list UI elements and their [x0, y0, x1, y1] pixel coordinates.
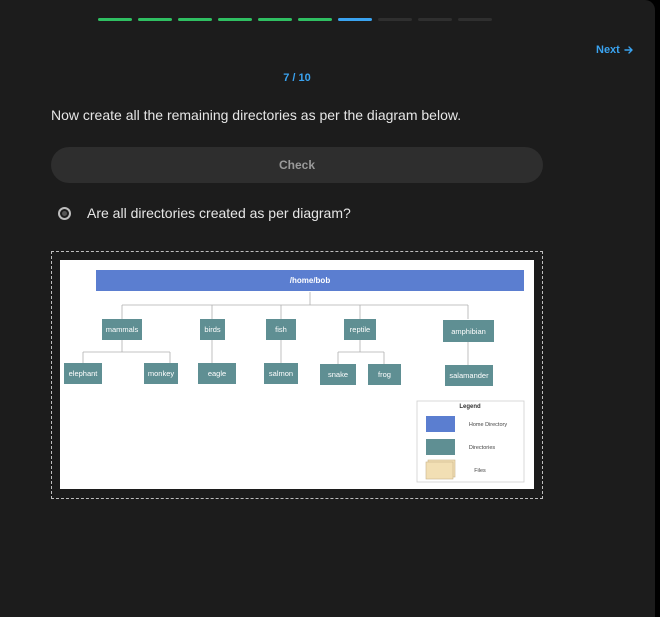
dir-label: salamander — [449, 371, 489, 380]
question-counter: 7 / 10 — [283, 72, 311, 84]
dir-label: elephant — [69, 369, 99, 378]
progress-step — [178, 18, 212, 21]
dir-label: frog — [378, 370, 391, 379]
directory-diagram: /home/bob mammals birds fish reptile amp… — [60, 260, 534, 489]
next-button[interactable]: Next — [596, 44, 634, 56]
progress-step — [258, 18, 292, 21]
lab-panel: Next 7 / 10 Now create all the remaining… — [0, 0, 655, 617]
dir-label: birds — [204, 325, 221, 334]
task-item[interactable]: Are all directories created as per diagr… — [58, 205, 351, 221]
dir-label: reptile — [350, 325, 370, 334]
diagram-frame: /home/bob mammals birds fish reptile amp… — [51, 251, 543, 499]
task-status-radio[interactable] — [58, 206, 71, 220]
dir-label: snake — [328, 370, 348, 379]
legend-dir-swatch — [426, 439, 455, 455]
progress-step — [418, 18, 452, 21]
dir-label: monkey — [148, 369, 175, 378]
check-label: Check — [278, 158, 316, 172]
legend-home-label: Home Directory — [469, 422, 507, 428]
root-label: /home/bob — [290, 276, 331, 285]
dir-label: salmon — [269, 369, 293, 378]
dir-label: eagle — [208, 369, 226, 378]
progress-step — [218, 18, 252, 21]
legend-home-swatch — [426, 416, 455, 432]
directory-tree: /home/bob mammals birds fish reptile amp… — [64, 270, 525, 483]
progress-step-current — [338, 18, 372, 21]
legend-title: Legend — [459, 404, 481, 410]
question-text: Now create all the remaining directories… — [51, 107, 462, 123]
progress-bar — [98, 18, 492, 21]
progress-step — [138, 18, 172, 21]
progress-step — [378, 18, 412, 21]
task-label: Are all directories created as per diagr… — [87, 205, 351, 221]
legend-file-swatch — [425, 461, 454, 480]
progress-step — [458, 18, 492, 21]
progress-step — [298, 18, 332, 21]
dir-label: amphibian — [451, 327, 486, 336]
dir-label: fish — [275, 325, 287, 334]
legend: Legend Home Directory Directories Files — [416, 400, 525, 483]
next-label: Next — [596, 44, 620, 56]
check-button[interactable]: Check — [51, 147, 543, 183]
arrow-right-icon — [624, 46, 633, 54]
progress-step — [98, 18, 132, 21]
legend-dir-label: Directories — [469, 445, 496, 451]
dir-label: mammals — [106, 325, 139, 334]
legend-file-label: Files — [474, 468, 486, 474]
